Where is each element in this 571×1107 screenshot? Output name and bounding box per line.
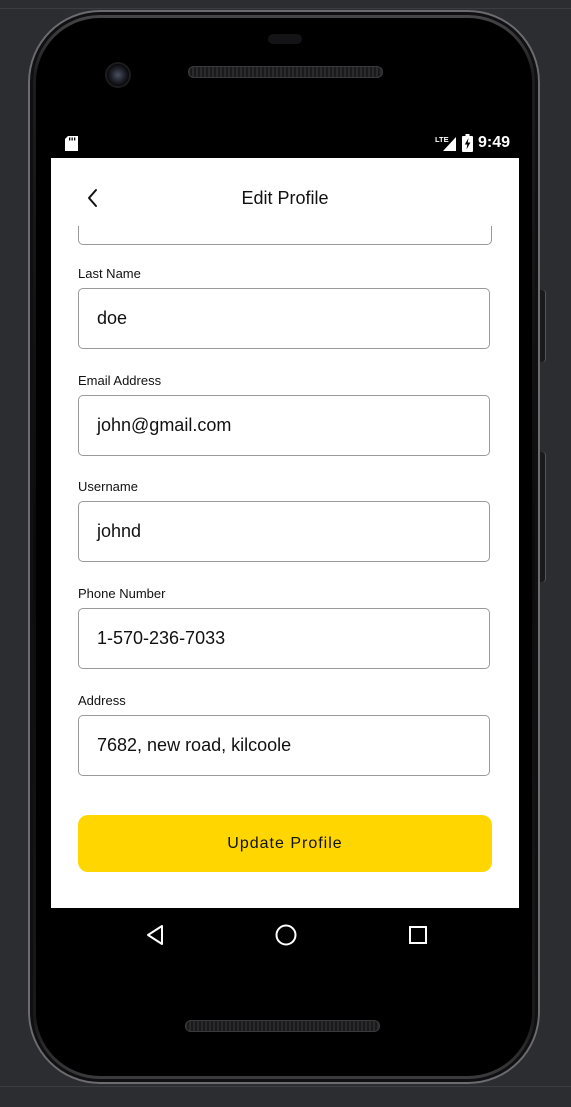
frame-divider-top bbox=[0, 8, 571, 9]
sd-card-icon bbox=[65, 136, 78, 151]
nav-back-icon[interactable] bbox=[142, 922, 168, 948]
nav-recent-icon[interactable] bbox=[405, 922, 431, 948]
earpiece-speaker bbox=[188, 66, 383, 78]
system-nav-bar bbox=[52, 908, 520, 964]
power-button[interactable] bbox=[540, 290, 546, 362]
volume-button[interactable] bbox=[540, 452, 546, 582]
page-title: Edit Profile bbox=[241, 188, 329, 208]
phone-input[interactable]: 1-570-236-7033 bbox=[78, 608, 490, 669]
email-input[interactable]: john@gmail.com bbox=[78, 395, 490, 456]
update-profile-button[interactable]: Update Profile bbox=[78, 815, 492, 872]
email-label: Email Address bbox=[78, 373, 162, 388]
app-bar: Edit Profile bbox=[51, 158, 519, 226]
last-name-label: Last Name bbox=[78, 266, 141, 281]
signal-icon: LTE bbox=[435, 135, 456, 151]
status-time: 9:49 bbox=[477, 134, 510, 151]
status-indicators: LTE 9:49 bbox=[435, 134, 510, 152]
battery-charging-icon bbox=[461, 134, 473, 152]
username-input[interactable]: johnd bbox=[78, 501, 490, 562]
phone-label: Phone Number bbox=[78, 586, 166, 601]
emulator-background: LTE 9:49 Edit Profile Last Name doe Emai… bbox=[0, 0, 571, 1107]
proximity-sensor bbox=[268, 34, 302, 44]
last-name-input[interactable]: doe bbox=[78, 288, 490, 349]
username-label: Username bbox=[78, 479, 138, 494]
network-label: LTE bbox=[435, 135, 449, 144]
front-camera-icon bbox=[107, 64, 129, 86]
address-input[interactable]: 7682, new road, kilcoole bbox=[78, 715, 490, 776]
address-label: Address bbox=[78, 693, 126, 708]
nav-home-icon[interactable] bbox=[273, 922, 299, 948]
app-screen: Edit Profile Last Name doe Email Address… bbox=[51, 158, 519, 908]
frame-divider-bottom bbox=[0, 1086, 571, 1087]
status-bar: LTE 9:49 bbox=[52, 130, 520, 158]
bottom-speaker bbox=[185, 1020, 380, 1032]
